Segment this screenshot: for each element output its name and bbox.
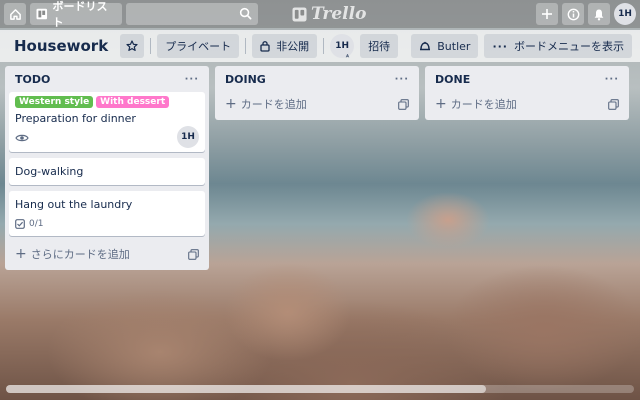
add-card-label: カードを追加 <box>240 98 307 111</box>
board-member-avatar[interactable]: 1H ⩓ <box>330 34 355 59</box>
show-menu-label: ボードメニューを表示 <box>514 40 624 53</box>
list-menu-icon[interactable]: ··· <box>395 74 409 85</box>
butler-button[interactable]: Butler <box>411 34 479 58</box>
card-member-avatar[interactable]: 1H <box>177 126 199 148</box>
card-title: Hang out the laundry <box>15 198 133 211</box>
boards-label: ボードリスト <box>52 0 108 29</box>
divider <box>150 38 152 54</box>
card-preparation-for-dinner[interactable]: Western style With dessert Preparation f… <box>9 92 205 152</box>
add-card-button[interactable]: + カードを追加 <box>429 92 625 116</box>
notifications-button[interactable] <box>588 3 610 25</box>
divider <box>323 38 325 54</box>
card-badges: 0/1 <box>15 216 199 232</box>
list-title[interactable]: DONE <box>435 73 470 86</box>
top-navigation-bar: ボードリスト Trello 1H <box>0 0 640 29</box>
search-input[interactable] <box>126 3 258 25</box>
search-icon[interactable] <box>239 7 252 20</box>
plus-icon <box>542 9 552 19</box>
member-initials: 1H <box>335 41 350 51</box>
template-icon[interactable] <box>608 98 619 110</box>
star-icon <box>126 40 138 51</box>
admin-icon: ⩓ <box>345 52 350 59</box>
list-doing: DOING ··· + カードを追加 <box>215 66 419 120</box>
show-menu-button[interactable]: ··· ボードメニューを表示 <box>484 34 632 58</box>
list-title[interactable]: DOING <box>225 73 266 86</box>
plus-icon: + <box>15 246 27 262</box>
template-icon[interactable] <box>188 248 199 260</box>
list-menu-icon[interactable]: ··· <box>605 74 619 85</box>
butler-label: Butler <box>437 39 471 53</box>
card-dog-walking[interactable]: Dog-walking <box>9 158 205 185</box>
add-card-label: さらにカードを追加 <box>30 248 130 261</box>
card-title: Preparation for dinner <box>15 112 136 125</box>
logo-text: Trello <box>311 4 367 24</box>
team-visibility-button[interactable]: プライベート <box>157 34 240 58</box>
board-title[interactable]: Housework <box>8 37 114 55</box>
list-title[interactable]: TODO <box>15 73 50 86</box>
boards-button[interactable]: ボードリスト <box>30 0 122 29</box>
checklist-count: 0/1 <box>29 219 44 229</box>
bell-icon <box>594 9 604 20</box>
home-button[interactable] <box>4 3 26 25</box>
plus-icon: + <box>435 96 447 112</box>
star-button[interactable] <box>120 34 145 58</box>
more-icon: ··· <box>492 39 508 53</box>
lock-icon <box>260 41 270 52</box>
privacy-label: 非公開 <box>276 40 310 53</box>
card-label-green[interactable]: Western style <box>15 96 94 108</box>
add-card-button[interactable]: + カードを追加 <box>219 92 415 116</box>
trello-logo[interactable]: Trello <box>292 3 366 25</box>
butler-icon <box>420 41 431 51</box>
privacy-button[interactable]: 非公開 <box>252 34 318 58</box>
home-icon <box>9 8 21 20</box>
user-avatar[interactable]: 1H <box>614 3 636 25</box>
trello-logo-icon <box>292 6 307 22</box>
plus-icon: + <box>225 96 237 112</box>
info-icon <box>567 8 579 20</box>
divider <box>245 38 247 54</box>
list-done: DONE ··· + カードを追加 <box>425 66 629 120</box>
info-button[interactable] <box>562 3 584 25</box>
list-header[interactable]: DONE ··· <box>429 66 625 92</box>
checklist-icon <box>15 219 25 229</box>
template-icon[interactable] <box>398 98 409 110</box>
board-header: Housework プライベート 非公開 1H ⩓ 招待 Butler ··· … <box>0 30 640 62</box>
list-menu-icon[interactable]: ··· <box>185 74 199 85</box>
card-badges <box>15 130 199 146</box>
list-header[interactable]: TODO ··· <box>9 66 205 92</box>
list-todo: TODO ··· Western style With dessert Prep… <box>5 66 209 270</box>
add-card-label: カードを追加 <box>450 98 517 111</box>
card-title: Dog-walking <box>15 165 84 178</box>
card-hang-out-the-laundry[interactable]: Hang out the laundry 0/1 <box>9 191 205 236</box>
invite-button[interactable]: 招待 <box>360 34 399 58</box>
eye-icon <box>15 134 29 142</box>
card-label-pink[interactable]: With dessert <box>96 96 170 108</box>
board-scrollbar-thumb[interactable] <box>6 385 486 393</box>
board-icon <box>36 8 48 20</box>
add-card-button[interactable]: + さらにカードを追加 <box>9 242 205 266</box>
create-button[interactable] <box>536 3 558 25</box>
list-header[interactable]: DOING ··· <box>219 66 415 92</box>
